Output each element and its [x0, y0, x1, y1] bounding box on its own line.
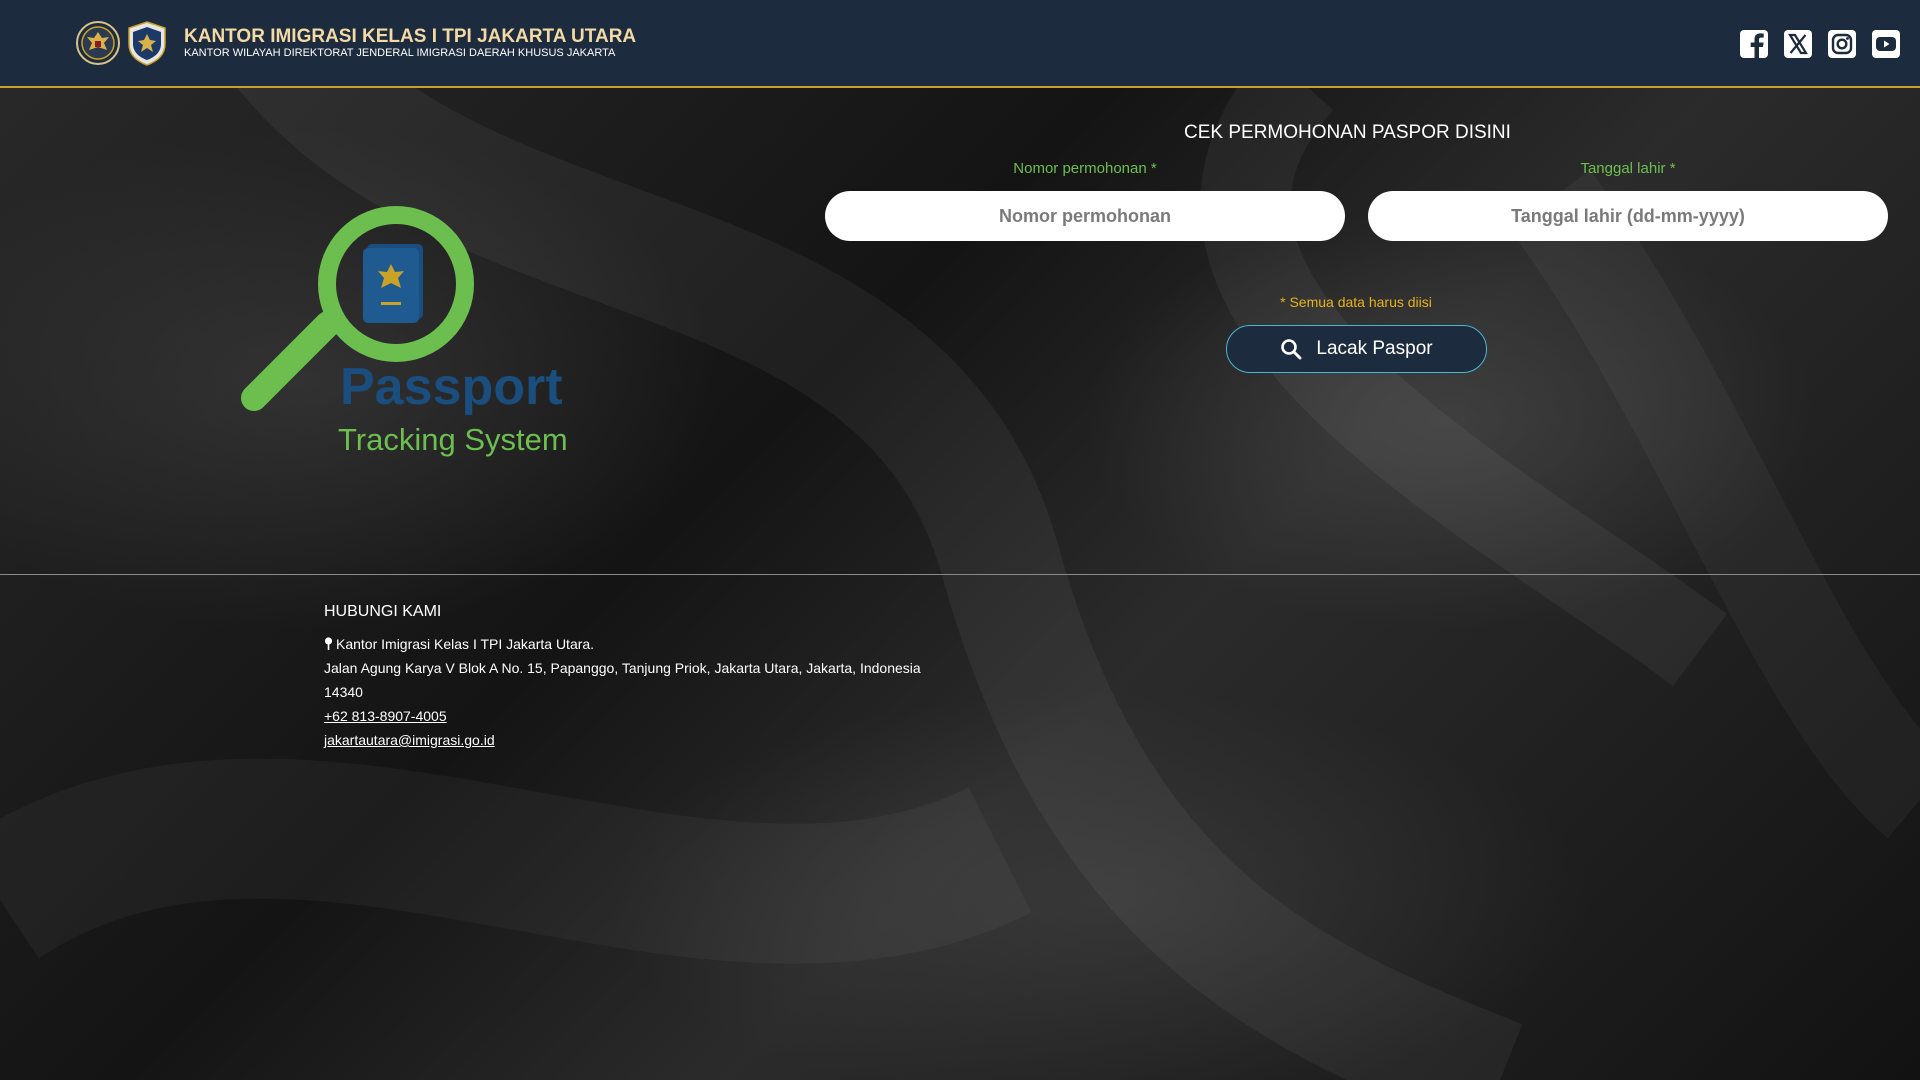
phone-link[interactable]: +62 813-8907-4005	[324, 708, 447, 724]
form-title: CEK PERMOHONAN PASPOR DISINI	[1184, 122, 1511, 143]
instagram-icon[interactable]	[1827, 29, 1857, 59]
email-link[interactable]: jakartautara@imigrasi.go.id	[324, 732, 495, 748]
office-name: Kantor Imigrasi Kelas I TPI Jakarta Utar…	[336, 636, 595, 652]
lacak-paspor-button[interactable]: Lacak Paspor	[1226, 325, 1487, 373]
tanggal-lahir-label: Tanggal lahir *	[1580, 160, 1676, 177]
required-note: * Semua data harus diisi	[1280, 294, 1432, 310]
garuda-emblem-icon	[76, 21, 120, 65]
office-name-row: Kantor Imigrasi Kelas I TPI Jakarta Utar…	[324, 632, 921, 656]
header-subtitle: KANTOR WILAYAH DIREKTORAT JENDERAL IMIGR…	[184, 47, 616, 59]
lacak-paspor-label: Lacak Paspor	[1316, 338, 1433, 359]
youtube-icon[interactable]	[1871, 29, 1901, 59]
logo-text-tracking: Tracking System	[338, 422, 568, 457]
facebook-icon[interactable]	[1739, 29, 1769, 59]
nomor-permohonan-input[interactable]	[825, 191, 1345, 241]
imigrasi-emblem-icon	[128, 21, 166, 66]
passport-tracking-logo: Passport Tracking System	[236, 204, 576, 466]
tanggal-lahir-input[interactable]	[1368, 191, 1888, 241]
address-line-2: 14340	[324, 684, 363, 700]
header-title: KANTOR IMIGRASI KELAS I TPI JAKARTA UTAR…	[184, 26, 637, 47]
x-twitter-icon[interactable]	[1783, 29, 1813, 59]
map-pin-icon	[324, 637, 333, 650]
contact-title: HUBUNGI KAMI	[324, 603, 442, 620]
nomor-permohonan-label: Nomor permohonan *	[1013, 160, 1157, 177]
search-icon	[1281, 339, 1302, 360]
site-header: KANTOR IMIGRASI KELAS I TPI JAKARTA UTAR…	[0, 0, 1920, 88]
contact-section: HUBUNGI KAMI Kantor Imigrasi Kelas I TPI…	[324, 600, 921, 752]
logo-text-passport: Passport	[340, 358, 563, 416]
footer-divider	[0, 574, 1920, 575]
address-line-1: Jalan Agung Karya V Blok A No. 15, Papan…	[324, 660, 921, 676]
